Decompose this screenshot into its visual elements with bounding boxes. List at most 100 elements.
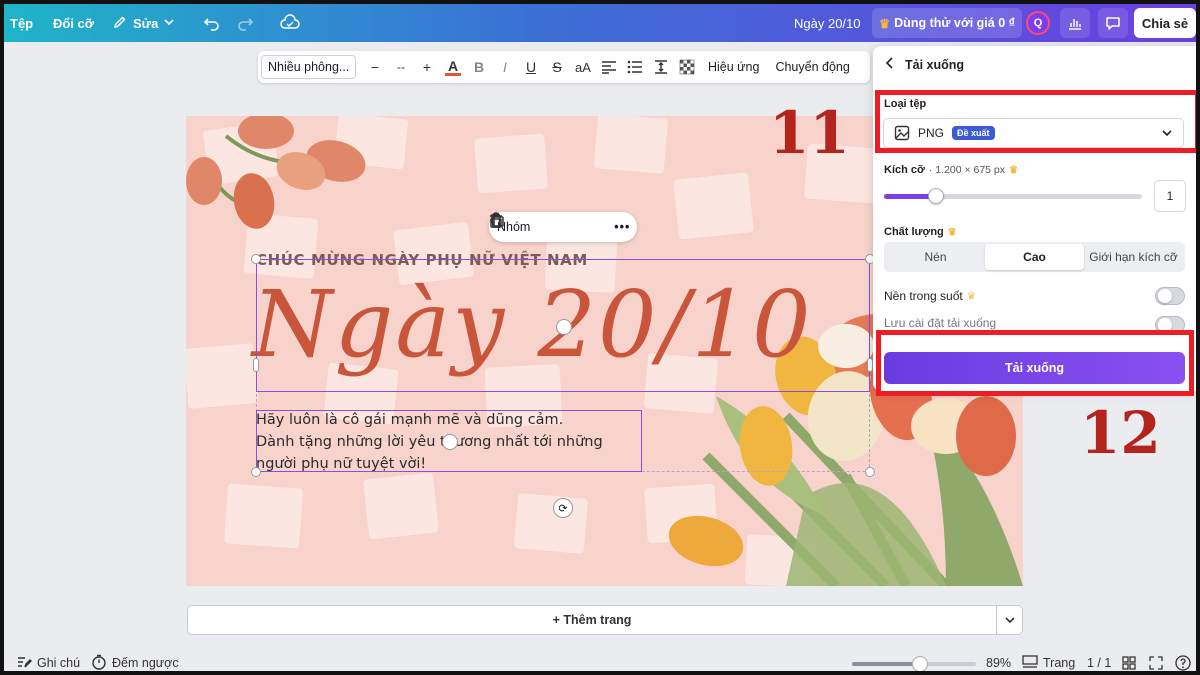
size-slider-thumb[interactable]	[927, 188, 944, 204]
font-size-input[interactable]: --	[388, 54, 414, 80]
step-number-11: 11	[769, 99, 850, 167]
timer-icon	[91, 654, 107, 672]
file-type-value: PNG	[918, 126, 945, 140]
menu-file[interactable]: Tệp	[10, 4, 33, 42]
notes-icon	[16, 654, 32, 672]
trial-button[interactable]: ♛ Dùng thử với giá 0 ₫	[872, 8, 1022, 38]
size-slider[interactable]	[884, 188, 1142, 204]
transparency-icon[interactable]	[674, 54, 700, 80]
image-icon	[894, 125, 910, 141]
menu-edit-label: Sửa	[133, 15, 159, 31]
text-toolbar: Nhiều phông... − -- + A B I U S aA Hiệu …	[258, 51, 870, 83]
list-icon[interactable]	[622, 54, 648, 80]
more-icon[interactable]: •••	[610, 220, 634, 234]
strikethrough-icon[interactable]: S	[544, 54, 570, 80]
document-title[interactable]: Ngày 20/10	[794, 4, 861, 42]
crown-icon: ♛	[966, 290, 976, 302]
save-settings-toggle[interactable]	[1155, 316, 1185, 330]
notes-button[interactable]: Ghi chú	[16, 651, 81, 672]
size-dims: · 1.200 × 675 px	[928, 164, 1006, 176]
italic-icon[interactable]: I	[492, 54, 518, 80]
move-icon-body[interactable]	[442, 434, 458, 450]
crown-icon: ♛	[947, 226, 957, 238]
file-type-select[interactable]: PNG Đề xuất	[883, 118, 1184, 148]
quality-option-compressed[interactable]: Nén	[886, 244, 985, 270]
quality-option-size-limit[interactable]: Giới hạn kích cỡ	[1084, 244, 1183, 270]
save-settings-label: Lưu cài đặt tải xuống	[884, 316, 997, 330]
trial-label: Dùng thử với giá 0 ₫	[894, 16, 1016, 30]
notes-label: Ghi chú	[37, 656, 81, 670]
selection-context-menu: Nhóm •••	[489, 212, 637, 242]
resize-handle-bl[interactable]	[251, 467, 261, 477]
transparent-bg-toggle[interactable]	[1155, 287, 1185, 305]
download-panel: Tải xuống Loại tệp PNG Đề xuất Kích cỡ ·…	[873, 46, 1196, 391]
timer-button[interactable]: Đếm ngược	[91, 651, 179, 672]
add-page-button[interactable]: + Thêm trang	[188, 613, 996, 627]
letter-case-icon[interactable]: aA	[570, 54, 596, 80]
zoom-slider-fill	[852, 662, 921, 666]
menu-edit[interactable]: Sửa	[112, 4, 175, 42]
size-header: Kích cỡ · 1.200 × 675 px ♛	[884, 164, 1018, 176]
panel-header: Tải xuống	[885, 57, 964, 72]
font-family-select[interactable]: Nhiều phông...	[261, 55, 356, 79]
add-page-bar: + Thêm trang	[187, 605, 1023, 635]
share-button[interactable]: Chia sẻ	[1134, 8, 1196, 38]
timer-label: Đếm ngược	[112, 656, 179, 670]
chevron-down-icon	[1161, 127, 1173, 139]
effects-button[interactable]: Hiệu ứng	[700, 60, 767, 74]
rotate-icon[interactable]: ⟳	[553, 498, 573, 518]
crown-icon: ♛	[878, 16, 891, 31]
fullscreen-icon[interactable]	[1149, 651, 1163, 671]
quality-label: Chất lượng	[884, 226, 944, 238]
page-count: 1 / 1	[1087, 656, 1112, 670]
zoom-slider[interactable]	[852, 656, 976, 671]
menu-resize[interactable]: Đổi cỡ	[53, 4, 94, 42]
chevron-down-icon[interactable]	[996, 606, 1022, 634]
align-left-icon[interactable]	[596, 54, 622, 80]
size-label: Kích cỡ	[884, 164, 925, 176]
help-icon[interactable]	[1175, 651, 1191, 671]
avatar[interactable]: Q	[1026, 11, 1050, 35]
panel-title: Tải xuống	[905, 57, 965, 72]
pages-icon	[1022, 654, 1038, 672]
resize-handle-tl[interactable]	[251, 254, 261, 264]
animate-button[interactable]: Chuyển động	[767, 60, 857, 74]
bold-icon[interactable]: B	[466, 54, 492, 80]
grid-view-icon[interactable]	[1122, 651, 1136, 671]
file-type-label: Loại tệp	[884, 98, 927, 110]
size-input[interactable]: 1	[1154, 180, 1186, 212]
pages-button[interactable]: Trang	[1022, 651, 1076, 672]
resize-handle-left[interactable]	[253, 358, 259, 372]
bottom-bar: Ghi chú Đếm ngược 89% Trang 1 / 1	[4, 651, 1196, 672]
quality-header: Chất lượng ♛	[884, 226, 957, 238]
move-icon[interactable]	[556, 319, 572, 335]
download-button[interactable]: Tải xuống	[884, 352, 1185, 384]
comment-icon[interactable]	[1098, 8, 1128, 38]
spacing-icon[interactable]	[648, 54, 674, 80]
transparent-bg-label: Nền trong suốt	[884, 289, 963, 303]
screenshot-frame: Tệp Đổi cỡ Sửa Ngày 20/10 ♛ Dùng thử với…	[0, 0, 1200, 675]
top-bar: Tệp Đổi cỡ Sửa Ngày 20/10 ♛ Dùng thử với…	[4, 4, 1196, 42]
pages-label: Trang	[1043, 656, 1076, 670]
back-arrow-icon[interactable]	[885, 57, 895, 72]
font-size-decrease-button[interactable]: −	[362, 54, 388, 80]
redo-icon[interactable]	[232, 10, 258, 36]
font-size-increase-button[interactable]: +	[414, 54, 440, 80]
pencil-icon	[112, 14, 128, 33]
insights-icon[interactable]	[1060, 8, 1090, 38]
underline-icon[interactable]: U	[518, 54, 544, 80]
chevron-down-icon	[163, 16, 175, 31]
zoom-percent[interactable]: 89%	[986, 651, 1011, 671]
undo-icon[interactable]	[199, 10, 225, 36]
save-settings-row: Lưu cài đặt tải xuống	[884, 316, 1185, 330]
cloud-saved-icon[interactable]	[277, 10, 303, 36]
quality-option-high[interactable]: Cao	[985, 244, 1084, 270]
resize-handle-br[interactable]	[865, 467, 875, 477]
crown-icon: ♛	[1009, 164, 1018, 176]
recommended-badge: Đề xuất	[952, 126, 995, 140]
quality-segmented-control: Nén Cao Giới hạn kích cỡ	[884, 242, 1185, 272]
zoom-slider-thumb[interactable]	[912, 656, 929, 671]
text-color-icon[interactable]: A	[440, 54, 466, 80]
step-number-12: 12	[1080, 399, 1161, 467]
transparent-bg-row: Nền trong suốt ♛	[884, 285, 1185, 307]
